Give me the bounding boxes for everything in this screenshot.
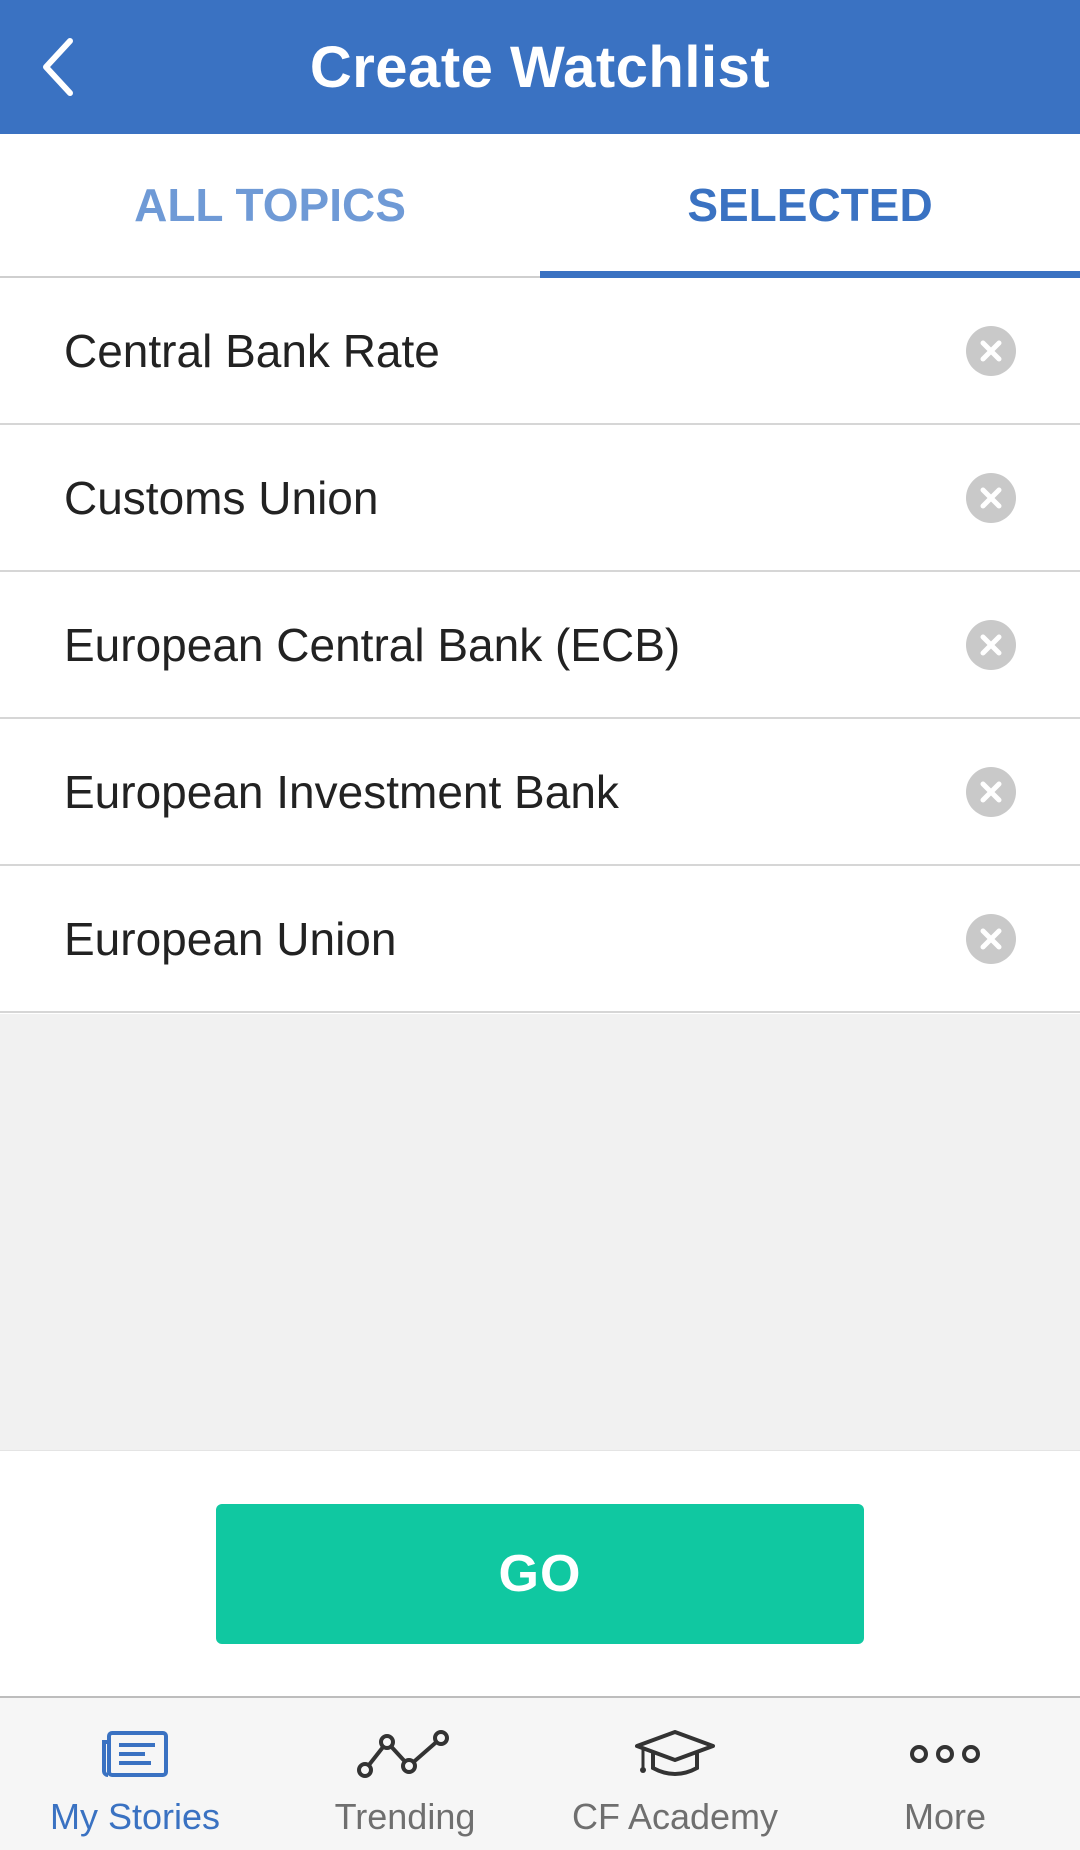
go-button[interactable]: GO [216,1504,864,1644]
nav-item-my-stories[interactable]: My Stories [0,1698,270,1850]
close-icon [980,340,1002,361]
more-dots-icon [909,1726,981,1782]
list-item: European Union [0,866,1080,1013]
graduation-cap-icon [633,1726,717,1782]
action-bar: GO [0,1450,1080,1696]
nav-item-trending[interactable]: Trending [270,1698,540,1850]
topic-label: Customs Union [64,471,379,524]
tab-selected[interactable]: SELECTED [540,134,1080,278]
remove-topic-button[interactable] [966,619,1016,670]
remove-topic-button[interactable] [966,913,1016,964]
nav-label: CF Academy [571,1796,779,1837]
topic-label: European Central Bank (ECB) [64,618,681,671]
trending-icon [357,1726,453,1782]
list-item: European Central Bank (ECB) [0,572,1080,719]
nav-label: My Stories [49,1796,221,1837]
page-title: Create Watchlist [309,34,771,100]
back-button[interactable] [26,32,90,102]
topic-tabs: ALL TOPICS SELECTED [0,134,1080,278]
news-icon [101,1726,169,1782]
nav-item-more[interactable]: More [810,1698,1080,1850]
nav-item-cf-academy[interactable]: CF Academy [540,1698,810,1850]
nav-label: Trending [334,1796,476,1837]
remove-topic-button[interactable] [966,325,1016,376]
nav-label: More [903,1796,987,1837]
top-app-bar: Create Watchlist [0,0,1080,134]
tab-all-topics[interactable]: ALL TOPICS [0,134,540,276]
close-icon [980,487,1002,508]
remove-topic-button[interactable] [966,472,1016,523]
topic-label: European Investment Bank [64,765,619,818]
close-icon [980,781,1002,802]
topic-label: European Union [64,912,397,965]
selected-topics-list: Central Bank Rate Customs Union European… [0,278,1080,1013]
topic-label: Central Bank Rate [64,324,440,377]
close-icon [980,634,1002,655]
remove-topic-button[interactable] [966,766,1016,817]
list-item: European Investment Bank [0,719,1080,866]
chevron-left-icon [43,38,73,96]
list-item: Customs Union [0,425,1080,572]
bottom-navigation: My Stories Trending CF Academy More [0,1696,1080,1850]
close-icon [980,928,1002,949]
list-item: Central Bank Rate [0,278,1080,425]
empty-list-area [0,1014,1080,1450]
